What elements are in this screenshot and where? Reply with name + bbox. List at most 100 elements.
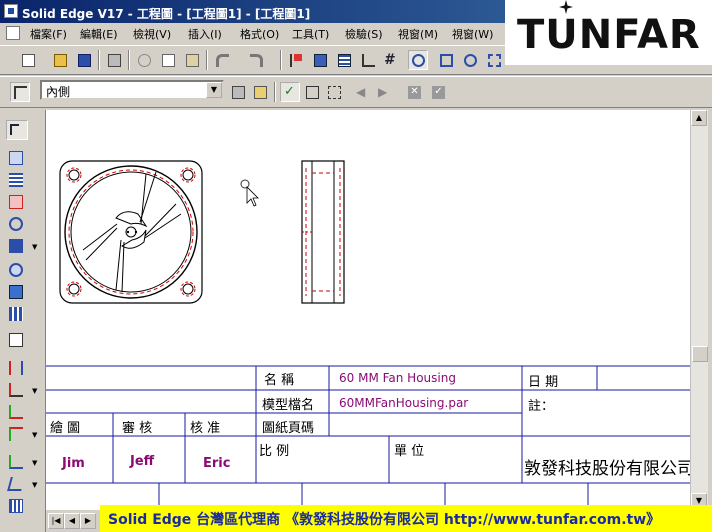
paste-button[interactable] xyxy=(182,50,202,70)
zoom-button[interactable] xyxy=(460,50,480,70)
detail-view-icon xyxy=(9,217,23,231)
dashed-frame-button[interactable] xyxy=(324,82,344,102)
annotation-button[interactable]: ▼ xyxy=(6,452,37,472)
accept-button[interactable]: ✓ xyxy=(428,82,448,102)
dropdown-arrow-icon[interactable]: ▼ xyxy=(32,387,37,395)
dimension-style-button[interactable] xyxy=(358,50,378,70)
scrollbar-thumb[interactable] xyxy=(692,346,708,362)
title-block[interactable] xyxy=(46,365,690,510)
vertical-scrollbar[interactable]: ▲ ▼ xyxy=(690,110,708,510)
distance-between-button[interactable]: ▼ xyxy=(6,380,37,400)
mount-hole xyxy=(68,169,80,181)
dropdown-arrow-icon[interactable]: ▼ xyxy=(32,243,37,251)
view-orientation-select[interactable]: 內側 ▼ xyxy=(40,80,224,100)
save-button[interactable] xyxy=(74,50,94,70)
snap-button[interactable] xyxy=(408,50,428,70)
printer-icon xyxy=(232,86,245,99)
save-icon xyxy=(78,54,91,67)
view-orientation-value: 內側 xyxy=(46,85,71,99)
principal-view-button[interactable] xyxy=(6,148,28,168)
sheet-icon xyxy=(314,54,327,67)
redo-button[interactable] xyxy=(246,50,266,70)
front-view[interactable] xyxy=(59,160,203,304)
parts-list-button[interactable] xyxy=(6,304,28,324)
toolbar-separator xyxy=(206,50,208,70)
frame-button[interactable] xyxy=(302,82,322,102)
select-view-button[interactable] xyxy=(10,82,30,102)
smart-dimension-button[interactable] xyxy=(6,358,28,378)
arrow-left-icon: ◀ xyxy=(356,85,366,99)
sheet-setup-button[interactable] xyxy=(310,50,330,70)
copy-button[interactable] xyxy=(158,50,178,70)
feature-control-button[interactable]: ▼ xyxy=(6,474,37,494)
print-view-button[interactable] xyxy=(228,82,248,102)
fit-button[interactable] xyxy=(484,50,504,70)
menu-inspect[interactable]: 檢驗(S) xyxy=(345,26,383,42)
document-system-icon[interactable] xyxy=(6,26,20,40)
dashed-frame-icon xyxy=(328,86,341,99)
name-value[interactable]: 60 MM Fan Housing xyxy=(339,371,456,385)
section-view-button[interactable] xyxy=(6,192,28,212)
auxiliary-view-button[interactable] xyxy=(6,170,28,190)
checkmark-icon: ✓ xyxy=(284,84,295,99)
layers-button[interactable] xyxy=(334,50,354,70)
view-properties-button[interactable] xyxy=(250,82,270,102)
cancel-button[interactable]: ✕ xyxy=(404,82,424,102)
cutting-plane-button[interactable] xyxy=(6,260,28,280)
select-view-icon xyxy=(14,86,27,99)
cut-button[interactable] xyxy=(134,50,154,70)
menu-insert[interactable]: 插入(I) xyxy=(188,26,222,42)
check-button[interactable]: ✓ xyxy=(280,82,300,102)
dropdown-arrow-icon[interactable]: ▼ xyxy=(32,481,37,489)
detail-view-button[interactable] xyxy=(6,214,28,234)
side-view[interactable] xyxy=(301,160,345,304)
drawn-by-value[interactable]: Jim xyxy=(62,456,85,471)
grid-button[interactable]: # xyxy=(380,50,400,70)
open-button[interactable] xyxy=(50,50,70,70)
angle-dimension-button[interactable] xyxy=(6,402,28,422)
inner-ring xyxy=(70,171,192,293)
auxiliary-view-icon xyxy=(9,173,23,187)
next-button[interactable]: ▶ xyxy=(374,82,394,102)
first-sheet-arrow-icon[interactable]: |◀ xyxy=(48,513,64,529)
drawing-sheet[interactable]: 名 稱 60 MM Fan Housing 日 期 模型檔名 60MMFanHo… xyxy=(46,110,690,510)
logo-text: TUNFAR xyxy=(517,12,701,58)
prev-sheet-arrow-icon[interactable]: ◀ xyxy=(64,513,80,529)
zoom-area-button[interactable] xyxy=(436,50,456,70)
dropdown-arrow-icon[interactable]: ▼ xyxy=(32,459,37,467)
print-button[interactable] xyxy=(104,50,124,70)
menu-window[interactable]: 視窗(M) xyxy=(398,26,438,42)
checked-by-value[interactable]: Jeff xyxy=(130,454,154,469)
coordinate-dimension-button[interactable]: ▼ xyxy=(6,424,37,444)
menu-edit[interactable]: 編輯(E) xyxy=(80,26,118,42)
menu-view[interactable]: 檢視(V) xyxy=(133,26,171,42)
next-sheet-arrow-icon[interactable]: ▶ xyxy=(80,513,96,529)
drawn-by-label: 繪 圖 xyxy=(50,421,81,436)
datum-frame-button[interactable] xyxy=(6,496,28,516)
approved-by-value[interactable]: Eric xyxy=(203,456,230,471)
frame-icon xyxy=(306,86,319,99)
model-file-value[interactable]: 60MMFanHousing.par xyxy=(339,396,468,410)
select-tool-button[interactable] xyxy=(6,120,28,140)
chevron-down-icon[interactable]: ▼ xyxy=(206,82,222,98)
scroll-up-arrow-icon[interactable]: ▲ xyxy=(691,110,707,126)
properties-icon xyxy=(254,86,267,99)
flag-button[interactable] xyxy=(286,50,306,70)
previous-button[interactable]: ◀ xyxy=(352,82,372,102)
new-button[interactable] xyxy=(18,50,38,70)
menu-format[interactable]: 格式(O) xyxy=(240,26,279,42)
name-label: 名 稱 xyxy=(264,373,295,388)
menu-file[interactable]: 檔案(F) xyxy=(30,26,67,42)
spokes xyxy=(85,173,177,291)
balloon-button[interactable] xyxy=(6,330,28,350)
update-views-button[interactable] xyxy=(6,282,28,302)
solid-edge-app-icon[interactable] xyxy=(4,4,18,18)
approved-by-label: 核 准 xyxy=(190,421,221,436)
menu-tools[interactable]: 工具(T) xyxy=(292,26,329,42)
dropdown-arrow-icon[interactable]: ▼ xyxy=(32,431,37,439)
mouse-cursor-icon xyxy=(240,179,259,207)
reseller-banner: Solid Edge 台灣區代理商 《敦發科技股份有限公司 http://www… xyxy=(100,505,712,532)
broken-view-button[interactable]: ▼ xyxy=(6,236,37,256)
undo-button[interactable] xyxy=(212,50,232,70)
menu-window-2[interactable]: 視窗(W) xyxy=(452,26,493,42)
